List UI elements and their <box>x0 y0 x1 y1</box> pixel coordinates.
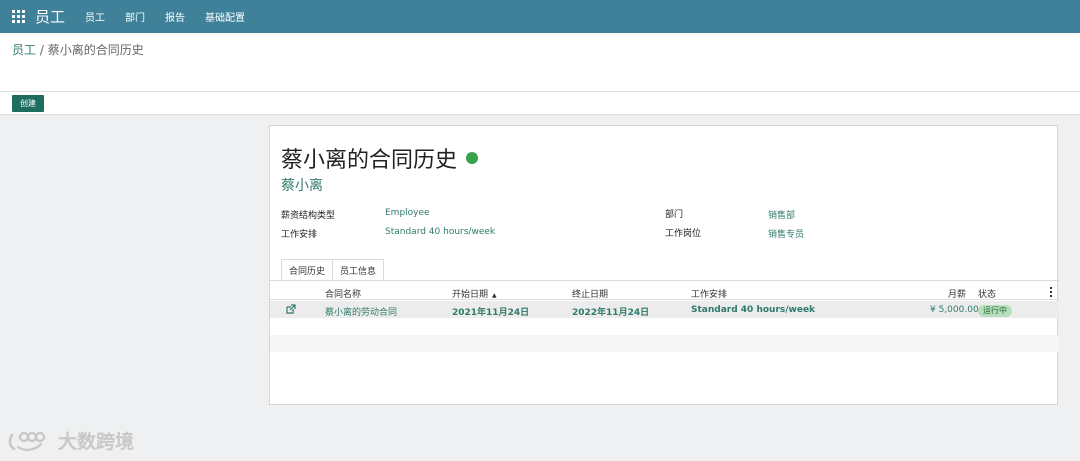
page-title: 蔡小离的合同历史 <box>281 142 479 174</box>
control-panel-divider <box>0 91 1080 92</box>
active-status-dot <box>466 152 479 164</box>
job-position-value[interactable]: 销售专员 <box>768 227 804 240</box>
watermark-text: 大数跨境 <box>58 431 135 453</box>
department-label: 部门 <box>665 210 684 220</box>
form-tabs: 合同历史 员工信息 <box>281 259 385 281</box>
breadcrumb-parent-link[interactable]: 员工 <box>12 43 36 57</box>
apps-grid-icon[interactable] <box>12 10 25 23</box>
column-monthly-salary[interactable]: 月薪 <box>948 287 966 300</box>
breadcrumb-current: 蔡小离的合同历史 <box>47 43 144 57</box>
create-button[interactable]: 创建 <box>12 95 44 112</box>
column-work-schedule[interactable]: 工作安排 <box>691 287 727 300</box>
department-value[interactable]: 销售部 <box>768 208 795 221</box>
monthly-salary-cell: ¥ 5,000.00 <box>930 305 979 315</box>
column-options-kebab-icon[interactable] <box>1050 287 1053 297</box>
tab-contract-history[interactable]: 合同历史 <box>281 259 334 281</box>
column-contract-name[interactable]: 合同名称 <box>325 287 361 300</box>
job-position-label: 工作岗位 <box>665 229 702 239</box>
nav-departments[interactable]: 部门 <box>125 9 145 24</box>
end-date-cell: 2022年11月24日 <box>572 308 650 318</box>
empty-table-row <box>270 335 1059 352</box>
contracts-table-header: 合同名称 开始日期 ▲ 终止日期 工作安排 月薪 状态 <box>270 284 1059 300</box>
work-schedule-label: 工作安排 <box>281 230 318 240</box>
form-sheet: 蔡小离的合同历史 蔡小离 薪资结构类型 Employee 工作安排 Standa… <box>269 125 1059 405</box>
salary-structure-label: 薪资结构类型 <box>281 211 336 221</box>
contract-history-title: 蔡小离的合同历史 <box>281 148 458 173</box>
column-status[interactable]: 状态 <box>978 287 996 300</box>
sort-ascending-icon: ▲ <box>492 292 497 299</box>
contract-name-cell[interactable]: 蔡小离的劳动合同 <box>325 305 397 318</box>
breadcrumb-separator: / <box>36 43 48 57</box>
column-end-date[interactable]: 终止日期 <box>572 287 608 300</box>
start-date-cell: 2021年11月24日 <box>452 308 530 318</box>
tab-divider <box>270 280 1059 281</box>
salary-structure-value[interactable]: Employee <box>385 208 430 218</box>
status-badge: 运行中 <box>978 305 1012 317</box>
nav-configuration[interactable]: 基础配置 <box>205 9 245 24</box>
table-row[interactable]: 蔡小离的劳动合同 2021年11月24日 2022年11月24日 Standar… <box>270 301 1059 318</box>
empty-table-row <box>270 318 1059 335</box>
column-start-date[interactable]: 开始日期 ▲ <box>452 287 497 300</box>
app-brand[interactable]: 员工 <box>35 6 65 27</box>
nav-employees[interactable]: 员工 <box>85 9 105 24</box>
control-panel: 员工 / 蔡小离的合同历史 创建 <box>0 33 1080 115</box>
work-schedule-cell: Standard 40 hours/week <box>691 305 816 315</box>
top-navbar: 员工 员工 部门 报告 基础配置 <box>0 0 1080 33</box>
tab-employee-info[interactable]: 员工信息 <box>333 259 385 281</box>
watermark: 大数跨境 <box>8 427 134 454</box>
breadcrumb: 员工 / 蔡小离的合同历史 <box>12 41 144 58</box>
nav-reports[interactable]: 报告 <box>165 9 185 24</box>
work-schedule-value[interactable]: Standard 40 hours/week <box>385 227 495 237</box>
employee-name-link[interactable]: 蔡小离 <box>281 175 323 195</box>
watermark-logo-icon <box>8 431 46 451</box>
column-start-date-label: 开始日期 <box>452 290 489 300</box>
external-link-icon[interactable] <box>286 304 296 317</box>
